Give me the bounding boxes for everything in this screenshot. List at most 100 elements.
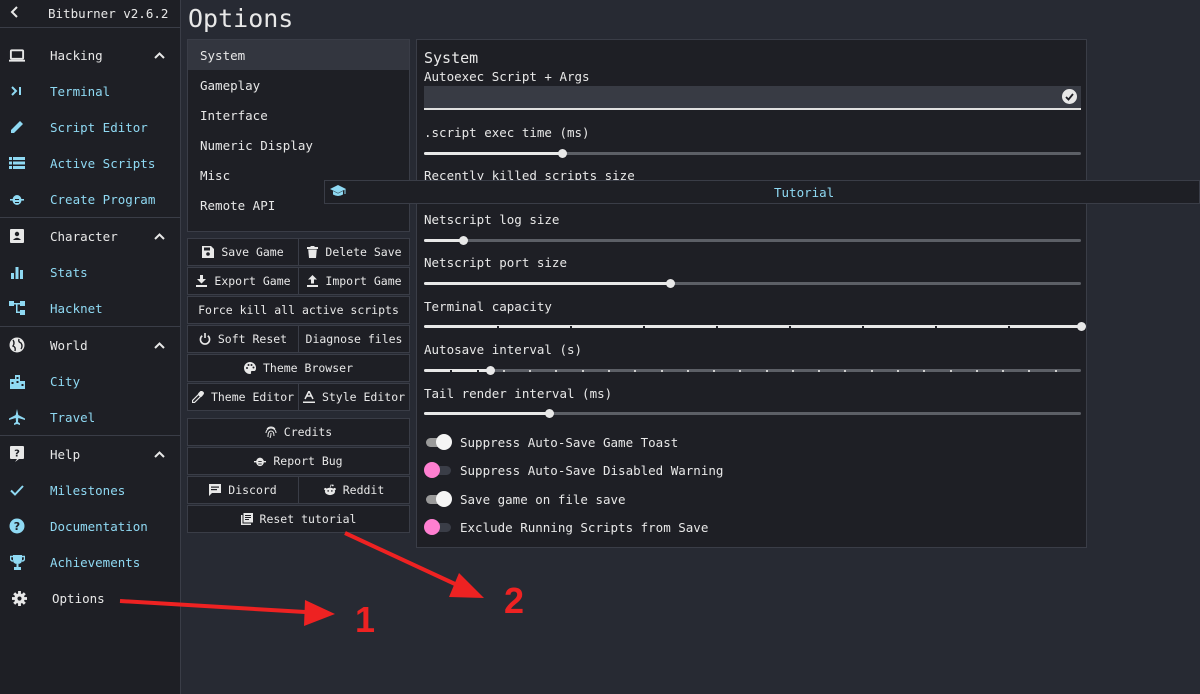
tutorial-bar[interactable]: Tutorial	[324, 180, 1200, 204]
slider-label: Autosave interval (s)	[424, 342, 583, 357]
slider-tick	[923, 370, 926, 372]
soft-reset-button[interactable]: Soft Reset	[187, 325, 299, 353]
discord-button[interactable]: Discord	[187, 476, 299, 504]
sidebar-item-achievements[interactable]: Achievements	[0, 544, 180, 580]
chevron-up-icon	[154, 230, 165, 243]
slider-fill	[424, 369, 490, 372]
sidebar-group-label: Character	[50, 228, 118, 244]
switch-knob	[436, 491, 452, 507]
tab-interface[interactable]: Interface	[188, 100, 409, 130]
sidebar-item-milestones[interactable]: Milestones	[0, 472, 180, 508]
sidebar-item-active-scripts[interactable]: Active Scripts	[0, 145, 180, 181]
slider-thumb[interactable]	[459, 236, 469, 245]
slider-tick	[1054, 370, 1057, 372]
trash-icon	[306, 246, 318, 258]
slider-tick	[975, 370, 978, 372]
switch-knob	[424, 519, 440, 535]
sidebar-group-label: Hacking	[50, 47, 103, 63]
sidebar-group-world[interactable]: World	[0, 327, 180, 363]
suppress-autosave-disabled-row: Suppress Auto-Save Disabled Warning	[424, 460, 723, 480]
slider-label: .script exec time (ms)	[424, 125, 590, 140]
toggle-label: Exclude Running Scripts from Save	[460, 519, 709, 535]
sidebar-item-terminal[interactable]: Terminal	[0, 73, 180, 109]
delete-save-button[interactable]: Delete Save	[298, 238, 410, 266]
sidebar-item-label: Documentation	[50, 518, 148, 534]
slider-tick	[949, 370, 952, 372]
sidebar-item-documentation[interactable]: ? Documentation	[0, 508, 180, 544]
reddit-button[interactable]: Reddit	[298, 476, 410, 504]
netscript-log-size-slider[interactable]	[424, 235, 1081, 245]
slider-tick	[713, 370, 716, 372]
tab-numeric-display[interactable]: Numeric Display	[188, 130, 409, 160]
save-on-file-save-switch[interactable]	[424, 489, 453, 509]
slider-thumb[interactable]	[485, 366, 495, 375]
slider-thumb[interactable]	[557, 149, 567, 158]
save-game-button[interactable]: Save Game	[187, 238, 299, 266]
slider-fill	[424, 325, 1081, 328]
check-icon	[9, 482, 25, 498]
script-exec-time-slider[interactable]	[424, 148, 1081, 158]
netscript-port-size-slider[interactable]	[424, 278, 1081, 288]
diagnose-files-button[interactable]: Diagnose files	[298, 325, 410, 353]
help-icon: ?	[9, 446, 25, 462]
slider-tick	[643, 326, 645, 328]
slider-thumb[interactable]	[666, 279, 676, 288]
app-title: Bitburner v2.6.2	[48, 6, 169, 21]
slider-tick	[529, 370, 532, 372]
discord-label: Discord	[228, 483, 277, 497]
sidebar-item-options[interactable]: Options	[0, 580, 180, 616]
soft-reset-label: Soft Reset	[217, 332, 288, 346]
force-kill-button[interactable]: Force kill all active scripts	[187, 296, 410, 324]
sidebar-item-script-editor[interactable]: Script Editor	[0, 109, 180, 145]
slider-tick	[581, 370, 584, 372]
sidebar-item-hacknet[interactable]: Hacknet	[0, 290, 180, 326]
slider-tick	[715, 326, 718, 328]
laptop-icon	[9, 47, 25, 63]
slider-thumb[interactable]	[544, 409, 554, 418]
fingerprint-icon	[265, 426, 277, 438]
autosave-interval-slider[interactable]	[424, 365, 1081, 375]
slider-label: Terminal capacity	[424, 299, 552, 314]
theme-editor-button[interactable]: Theme Editor	[187, 383, 299, 411]
chevron-left-icon[interactable]	[10, 6, 20, 21]
tab-gameplay[interactable]: Gameplay	[188, 70, 409, 100]
sidebar-group-help[interactable]: ? Help	[0, 436, 180, 472]
theme-browser-button[interactable]: Theme Browser	[187, 354, 410, 382]
sidebar-item-travel[interactable]: Travel	[0, 399, 180, 435]
exclude-running-scripts-switch[interactable]	[424, 517, 453, 537]
slider-tick	[818, 370, 821, 372]
sidebar-item-create-program[interactable]: Create Program	[0, 181, 180, 217]
style-editor-label: Style Editor	[321, 390, 406, 404]
report-bug-button[interactable]: Report Bug	[187, 447, 410, 475]
export-game-button[interactable]: Export Game	[187, 267, 299, 295]
page-title: Options	[188, 4, 294, 33]
reset-tutorial-label: Reset tutorial	[259, 512, 357, 526]
terminal-icon	[9, 83, 25, 99]
globe-icon	[9, 337, 25, 353]
sidebar-item-stats[interactable]: Stats	[0, 254, 180, 290]
export-game-label: Export Game	[214, 274, 291, 288]
sidebar-item-city[interactable]: City	[0, 363, 180, 399]
contact-card-icon	[9, 228, 25, 244]
annotation-arrowhead-2	[449, 573, 484, 598]
terminal-capacity-slider[interactable]	[424, 321, 1086, 331]
slider-thumb[interactable]	[1077, 322, 1086, 331]
reset-tutorial-button[interactable]: Reset tutorial	[187, 505, 410, 533]
autoexec-input[interactable]	[424, 86, 1081, 110]
bug-icon	[9, 191, 25, 207]
theme-editor-label: Theme Editor	[210, 390, 295, 404]
tab-system[interactable]: System	[188, 40, 409, 70]
import-game-button[interactable]: Import Game	[298, 267, 410, 295]
chevron-up-icon	[154, 49, 165, 62]
style-editor-button[interactable]: Style Editor	[298, 383, 410, 411]
sidebar-group-character[interactable]: Character	[0, 218, 180, 254]
slider-tick	[789, 326, 791, 328]
sidebar: Bitburner v2.6.2 Hacking Terminal Script…	[0, 0, 181, 694]
city-icon	[9, 373, 25, 389]
credits-button[interactable]: Credits	[187, 418, 410, 446]
sidebar-group-hacking[interactable]: Hacking	[0, 37, 180, 73]
tail-render-interval-slider[interactable]	[424, 408, 1081, 418]
save-icon	[202, 246, 215, 258]
suppress-autosave-toast-switch[interactable]	[424, 432, 453, 452]
suppress-autosave-disabled-switch[interactable]	[424, 460, 453, 480]
